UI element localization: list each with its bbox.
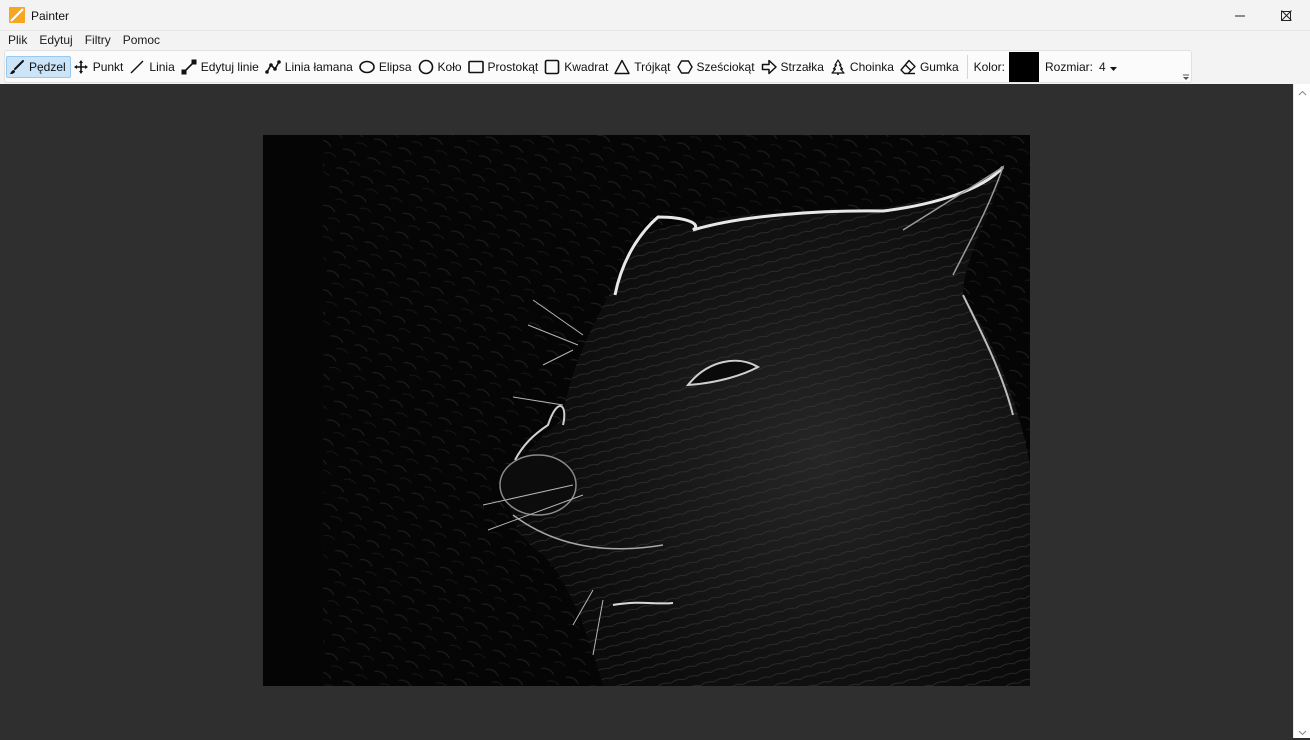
toolbar-separator [966, 54, 968, 79]
tool-arrow-label: Strzałka [780, 59, 824, 74]
tool-ellipse[interactable]: Elipsa [357, 56, 416, 78]
size-value: 4 [1099, 59, 1106, 74]
minimize-button[interactable] [1217, 0, 1263, 31]
tool-eraser-label: Gumka [919, 59, 959, 74]
arrow-icon [761, 59, 777, 75]
tool-hexagon[interactable]: Sześciokąt [675, 56, 759, 78]
canvas-area[interactable] [0, 84, 1293, 738]
tool-bar: Pędzel Punkt Linia Edytuj linie Linia ła [4, 50, 1192, 83]
tree-icon [830, 58, 846, 75]
tool-square-label: Kwadrat [564, 59, 609, 74]
title-bar: Painter [0, 0, 1310, 31]
scroll-up-icon[interactable] [1298, 87, 1307, 96]
tool-edit-line[interactable]: Edytuj linie [179, 56, 263, 78]
move-point-icon [73, 59, 89, 75]
tool-brush-label: Pędzel [29, 59, 66, 74]
image-canvas[interactable] [263, 135, 1030, 686]
menu-bar: Plik Edytuj Filtry Pomoc [0, 31, 1310, 50]
scroll-down-icon[interactable] [1298, 726, 1307, 736]
tool-tree-label: Choinka [849, 59, 894, 74]
tool-eraser[interactable]: Gumka [898, 56, 963, 78]
menu-pomoc[interactable]: Pomoc [117, 31, 166, 50]
close-button[interactable] [1263, 0, 1309, 31]
tool-triangle-label: Trójkąt [634, 59, 671, 74]
eraser-icon [900, 59, 916, 75]
tool-polyline-label: Linia łamana [284, 59, 353, 74]
tool-arrow[interactable]: Strzałka [759, 56, 828, 78]
tool-edit-line-label: Edytuj linie [200, 59, 259, 74]
tool-rectangle-label: Prostokąt [487, 59, 539, 74]
triangle-icon [614, 59, 630, 75]
brush-icon [9, 59, 25, 75]
edge-filtered-animal-image [263, 135, 1030, 686]
rectangle-icon [467, 59, 484, 75]
color-label: Kolor: [973, 59, 1005, 74]
vertical-scrollbar[interactable] [1293, 84, 1310, 738]
tool-line-label: Linia [149, 59, 175, 74]
polyline-icon [264, 59, 281, 75]
tool-line[interactable]: Linia [127, 56, 178, 78]
tool-rectangle[interactable]: Prostokąt [466, 56, 543, 78]
tool-ellipse-label: Elipsa [378, 59, 412, 74]
painter-window: Painter Plik Edytuj Filtry Pomoc Pędzel [0, 0, 1310, 738]
tool-square[interactable]: Kwadrat [542, 56, 612, 78]
toolbar-overflow-icon[interactable] [1182, 71, 1190, 81]
menu-edytuj[interactable]: Edytuj [33, 31, 78, 50]
tool-point-label: Punkt [92, 59, 124, 74]
chevron-down-icon [1109, 60, 1117, 74]
tool-circle-label: Koło [437, 59, 462, 74]
app-logo-icon [9, 7, 25, 23]
hexagon-icon [676, 59, 693, 75]
edit-line-icon [181, 59, 197, 75]
size-dropdown[interactable]: 4 [1097, 56, 1120, 78]
color-picker[interactable] [1008, 51, 1039, 82]
tool-hexagon-label: Sześciokąt [696, 59, 755, 74]
square-icon [544, 59, 560, 75]
menu-filtry[interactable]: Filtry [79, 31, 117, 50]
ellipse-icon [359, 59, 375, 75]
tool-tree[interactable]: Choinka [828, 56, 898, 78]
line-icon [129, 59, 145, 75]
size-label: Rozmiar: [1044, 59, 1093, 74]
menu-plik[interactable]: Plik [2, 31, 33, 50]
tool-polyline[interactable]: Linia łamana [263, 56, 357, 78]
tool-brush[interactable]: Pędzel [6, 55, 71, 78]
tool-point[interactable]: Punkt [71, 56, 128, 78]
tool-triangle[interactable]: Trójkąt [612, 56, 674, 78]
tool-circle[interactable]: Koło [416, 56, 466, 78]
window-title: Painter [31, 9, 70, 23]
circle-icon [418, 59, 434, 75]
